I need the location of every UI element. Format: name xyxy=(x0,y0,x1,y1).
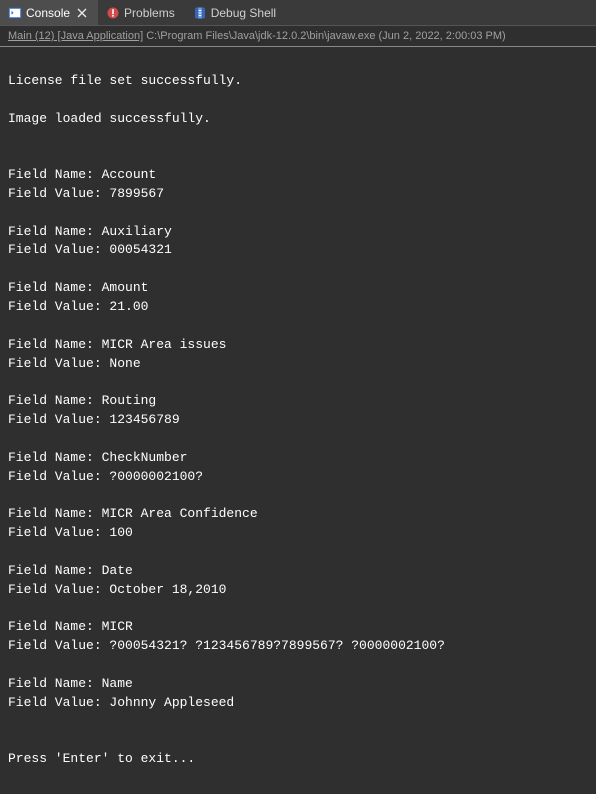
field-value-line: Field Value: Johnny Appleseed xyxy=(8,694,588,713)
field-value-line: Field Value: None xyxy=(8,355,588,374)
problems-icon xyxy=(106,6,120,20)
field-name-line: Field Name: Name xyxy=(8,675,588,694)
field-block: Field Name: RoutingField Value: 12345678… xyxy=(8,392,588,430)
tab-problems[interactable]: Problems xyxy=(98,0,185,25)
field-value-line: Field Value: October 18,2010 xyxy=(8,581,588,600)
field-block: Field Name: MICR Area ConfidenceField Va… xyxy=(8,505,588,543)
console-output: License file set successfully. Image loa… xyxy=(0,47,596,794)
field-name-line: Field Name: Date xyxy=(8,562,588,581)
close-icon[interactable] xyxy=(76,7,88,19)
tab-label: Problems xyxy=(124,0,175,26)
process-path: C:\Program Files\Java\jdk-12.0.2\bin\jav… xyxy=(143,30,506,42)
field-value-line: Field Value: 00054321 xyxy=(8,241,588,260)
field-name-line: Field Name: Amount xyxy=(8,279,588,298)
field-value-line: Field Value: 21.00 xyxy=(8,298,588,317)
exit-prompt: Press 'Enter' to exit... xyxy=(8,750,588,769)
tab-console[interactable]: Console xyxy=(0,0,98,25)
field-name-line: Field Name: MICR Area Confidence xyxy=(8,505,588,524)
field-name-line: Field Name: CheckNumber xyxy=(8,449,588,468)
process-info: Main (12) [Java Application] C:\Program … xyxy=(0,26,596,47)
field-value-line: Field Value: ?00054321? ?123456789?78995… xyxy=(8,637,588,656)
debug-shell-icon xyxy=(193,6,207,20)
init-line: Image loaded successfully. xyxy=(8,110,588,129)
field-value-line: Field Value: 123456789 xyxy=(8,411,588,430)
field-name-line: Field Name: MICR Area issues xyxy=(8,336,588,355)
launch-link[interactable]: Main (12) [Java Application] xyxy=(8,30,143,42)
field-block: Field Name: AmountField Value: 21.00 xyxy=(8,279,588,317)
field-name-line: Field Name: Account xyxy=(8,166,588,185)
init-line: License file set successfully. xyxy=(8,72,588,91)
tab-label: Console xyxy=(26,0,70,26)
field-value-line: Field Value: 7899567 xyxy=(8,185,588,204)
field-value-line: Field Value: ?0000002100? xyxy=(8,468,588,487)
field-block: Field Name: MICR Area issuesField Value:… xyxy=(8,336,588,374)
field-block: Field Name: MICRField Value: ?00054321? … xyxy=(8,618,588,656)
field-block: Field Name: AuxiliaryField Value: 000543… xyxy=(8,223,588,261)
field-name-line: Field Name: MICR xyxy=(8,618,588,637)
field-name-line: Field Name: Routing xyxy=(8,392,588,411)
field-block: Field Name: DateField Value: October 18,… xyxy=(8,562,588,600)
field-name-line: Field Name: Auxiliary xyxy=(8,223,588,242)
console-icon xyxy=(8,6,22,20)
tab-debug-shell[interactable]: Debug Shell xyxy=(185,0,286,25)
tab-label: Debug Shell xyxy=(211,0,276,26)
field-value-line: Field Value: 100 xyxy=(8,524,588,543)
tab-bar: Console Problems Debug Shel xyxy=(0,0,596,26)
field-block: Field Name: CheckNumberField Value: ?000… xyxy=(8,449,588,487)
field-block: Field Name: NameField Value: Johnny Appl… xyxy=(8,675,588,713)
field-block: Field Name: AccountField Value: 7899567 xyxy=(8,166,588,204)
